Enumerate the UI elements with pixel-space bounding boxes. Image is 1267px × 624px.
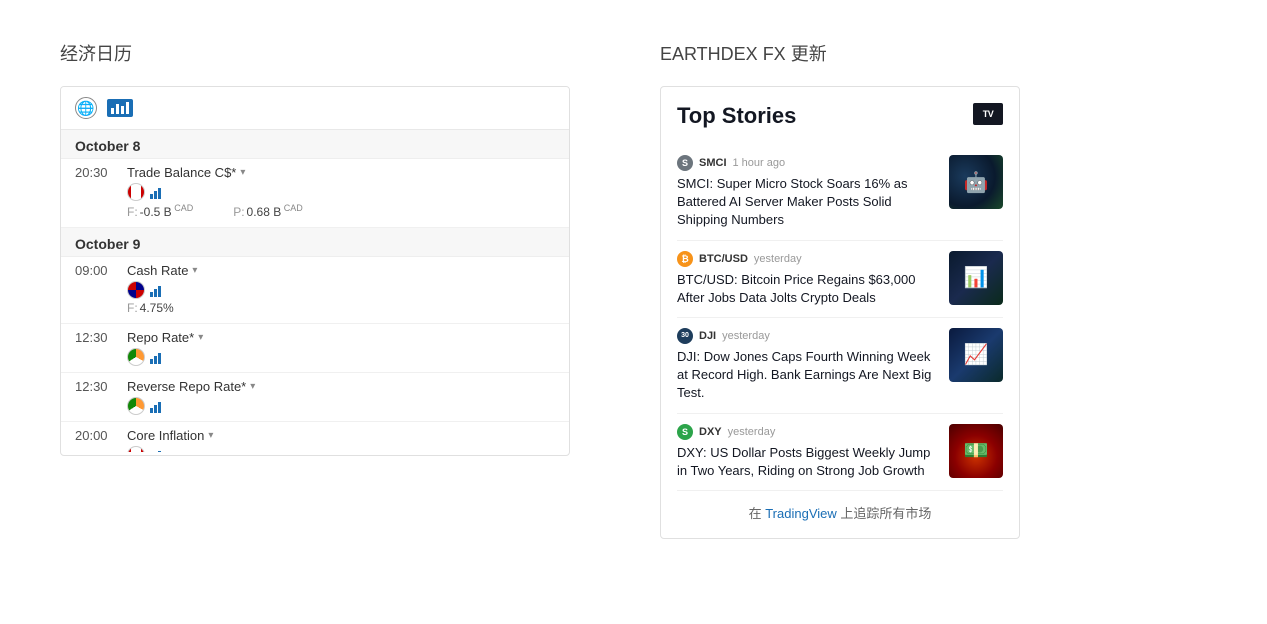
left-section-title: 经济日历 <box>60 40 580 66</box>
forecast-val: F:-0.5 B CAD <box>127 203 193 219</box>
event-name[interactable]: Reverse Repo Rate* ▾ <box>127 379 255 394</box>
news-item-smci[interactable]: S SMCI 1 hour ago SMCI: Super Micro Stoc… <box>677 145 1003 241</box>
tradingview-footer: 在 TradingView 上追踪所有市场 <box>677 503 1003 522</box>
news-widget-title: Top Stories <box>677 103 796 129</box>
impact-bar <box>150 399 161 413</box>
news-widget-header: Top Stories TV <box>677 103 1003 129</box>
right-panel: EARTHDEX FX 更新 Top Stories TV S SMCI 1 h… <box>660 40 1207 539</box>
news-ticker: BTC/USD <box>699 253 748 265</box>
impact-bar <box>150 283 161 297</box>
news-headline: SMCI: Super Micro Stock Soars 16% as Bat… <box>677 175 937 230</box>
event-trade-balance: 20:30 Trade Balance C$* ▾ <box>61 159 569 228</box>
event-values: F:-0.5 B CAD P:0.68 B CAD <box>75 203 555 219</box>
news-content: ₿ BTC/USD yesterday BTC/USD: Bitcoin Pri… <box>677 251 937 307</box>
date-header-oct9: October 9 <box>61 228 569 257</box>
news-thumb-dxy: 💵 <box>949 424 1003 478</box>
date-header-oct8: October 8 <box>61 130 569 159</box>
event-cash-rate: 09:00 Cash Rate ▾ F:4.7 <box>61 257 569 324</box>
news-item-dxy[interactable]: S DXY yesterday DXY: US Dollar Posts Big… <box>677 414 1003 491</box>
event-reverse-repo-rate: 12:30 Reverse Repo Rate* ▾ <box>61 373 569 422</box>
news-meta: S SMCI 1 hour ago <box>677 155 937 171</box>
news-time: yesterday <box>728 426 776 438</box>
bar-chart-icon[interactable] <box>107 99 133 117</box>
chevron-icon: ▾ <box>192 265 197 276</box>
news-time: yesterday <box>722 330 770 342</box>
calendar-scroll[interactable]: October 8 20:30 Trade Balance C$* ▾ <box>61 130 569 452</box>
avatar-smci: S <box>677 155 693 171</box>
impact-bar <box>150 350 161 364</box>
impact-bar <box>150 185 161 199</box>
event-name[interactable]: Trade Balance C$* ▾ <box>127 165 245 180</box>
tradingview-link[interactable]: TradingView <box>765 506 837 521</box>
flag-in <box>127 348 145 366</box>
event-values: F:4.75% <box>75 301 555 315</box>
news-meta: ₿ BTC/USD yesterday <box>677 251 937 267</box>
avatar-dxy: S <box>677 424 693 440</box>
calendar-header: 🌐 <box>61 87 569 130</box>
news-content: S SMCI 1 hour ago SMCI: Super Micro Stoc… <box>677 155 937 230</box>
tv-logo: TV <box>973 103 1003 125</box>
news-content: S DXY yesterday DXY: US Dollar Posts Big… <box>677 424 937 480</box>
chevron-icon: ▾ <box>208 430 213 441</box>
news-headline: DXY: US Dollar Posts Biggest Weekly Jump… <box>677 444 937 480</box>
news-meta: S DXY yesterday <box>677 424 937 440</box>
previous-val: P:0.68 B CAD <box>233 203 303 219</box>
flag-ca <box>127 446 145 452</box>
event-time: 20:00 <box>75 428 117 443</box>
news-ticker: DXY <box>699 426 722 438</box>
event-name[interactable]: Cash Rate ▾ <box>127 263 197 278</box>
news-time: yesterday <box>754 253 802 265</box>
chevron-icon: ▾ <box>198 332 203 343</box>
news-thumb-smci: 🤖 <box>949 155 1003 209</box>
calendar-widget: 🌐 October 8 20:30 Trade Balance C$* ▾ <box>60 86 570 456</box>
chevron-icon: ▾ <box>240 167 245 178</box>
left-panel: 经济日历 🌐 October 8 20:30 Trade Balance C$* <box>60 40 580 456</box>
news-content: 30 DJI yesterday DJI: Dow Jones Caps Fou… <box>677 328 937 403</box>
flag-in <box>127 397 145 415</box>
news-item-dji[interactable]: 30 DJI yesterday DJI: Dow Jones Caps Fou… <box>677 318 1003 414</box>
event-time: 20:30 <box>75 165 117 180</box>
news-item-btc[interactable]: ₿ BTC/USD yesterday BTC/USD: Bitcoin Pri… <box>677 241 1003 318</box>
event-time: 12:30 <box>75 330 117 345</box>
event-name[interactable]: Repo Rate* ▾ <box>127 330 203 345</box>
right-section-title: EARTHDEX FX 更新 <box>660 40 1207 66</box>
news-time: 1 hour ago <box>733 157 786 169</box>
avatar-btc: ₿ <box>677 251 693 267</box>
forecast-val: F:4.75% <box>127 301 174 315</box>
event-time: 09:00 <box>75 263 117 278</box>
event-repo-rate: 12:30 Repo Rate* ▾ <box>61 324 569 373</box>
event-name[interactable]: Core Inflation ▾ <box>127 428 213 443</box>
chevron-icon: ▾ <box>250 381 255 392</box>
news-widget: Top Stories TV S SMCI 1 hour ago SMCI: S… <box>660 86 1020 539</box>
news-headline: BTC/USD: Bitcoin Price Regains $63,000 A… <box>677 271 937 307</box>
news-headline: DJI: Dow Jones Caps Fourth Winning Week … <box>677 348 937 403</box>
news-ticker: DJI <box>699 330 716 342</box>
flag-au <box>127 281 145 299</box>
globe-icon[interactable]: 🌐 <box>75 97 97 119</box>
news-thumb-btc: 📊 <box>949 251 1003 305</box>
event-core-inflation: 20:00 Core Inflation ▾ <box>61 422 569 452</box>
news-meta: 30 DJI yesterday <box>677 328 937 344</box>
flag-ca <box>127 183 145 201</box>
impact-bar <box>150 448 161 452</box>
news-thumb-dji: 📈 <box>949 328 1003 382</box>
avatar-dji: 30 <box>677 328 693 344</box>
event-time: 12:30 <box>75 379 117 394</box>
news-ticker: SMCI <box>699 157 727 169</box>
